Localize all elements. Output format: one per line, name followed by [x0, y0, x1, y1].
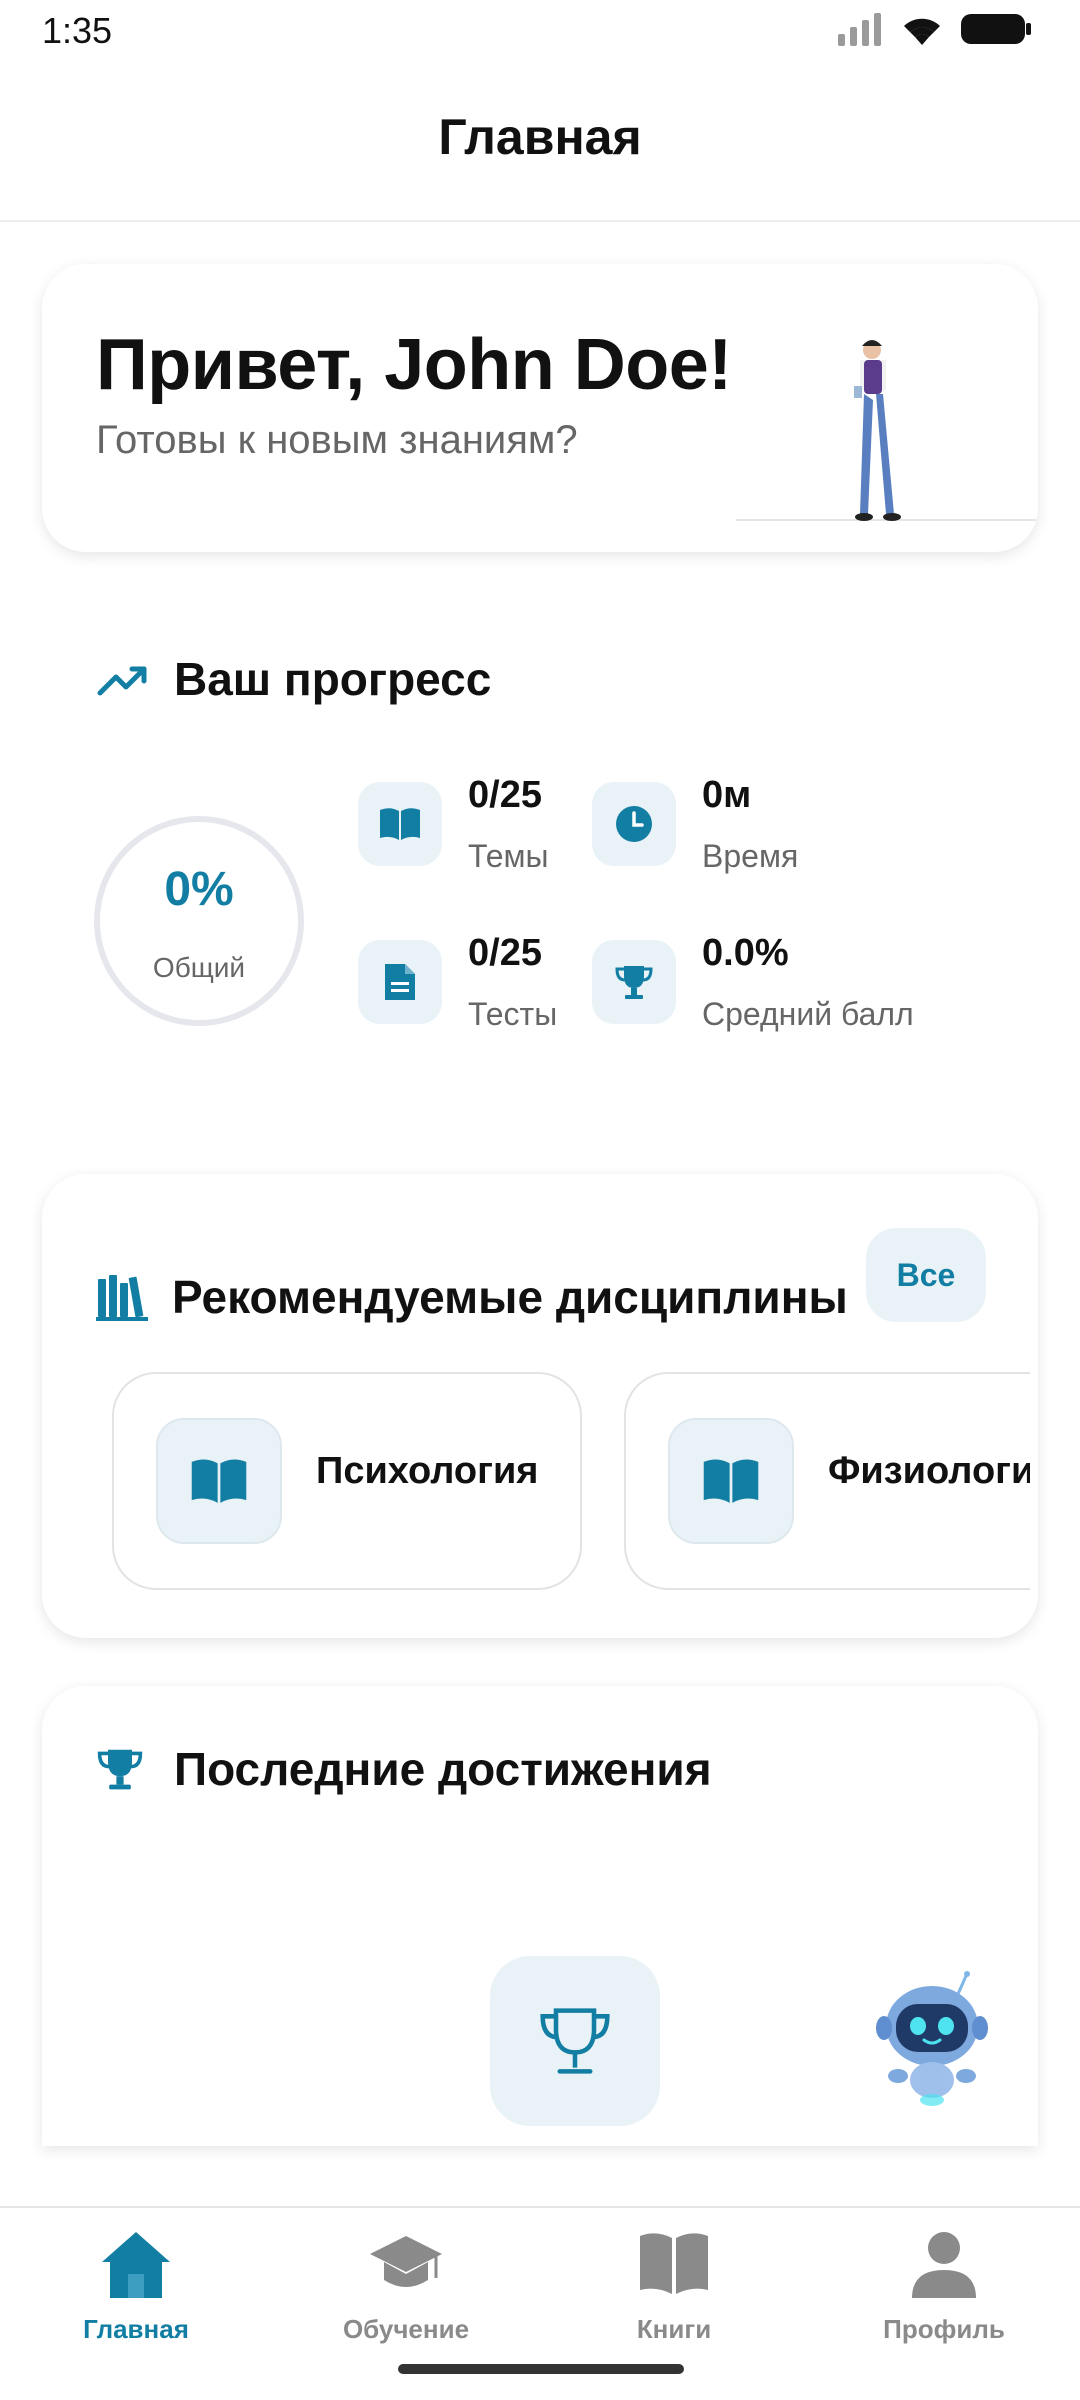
- see-all-button[interactable]: Все: [866, 1228, 986, 1322]
- stat-tile: [358, 782, 442, 866]
- stat-tile: [592, 940, 676, 1024]
- recommended-title: Рекомендуемые дисциплины: [172, 1271, 848, 1323]
- overall-progress-ring: 0% Общий: [94, 816, 304, 1026]
- stat-average-score: 0.0% Средний балл: [592, 932, 914, 1032]
- book-open-icon: [191, 1459, 247, 1503]
- achievements-title: Последние достижения: [174, 1743, 712, 1795]
- trophy-icon: [615, 966, 653, 999]
- nav-item-home[interactable]: Главная: [26, 2228, 246, 2358]
- status-bar: 1:35: [0, 0, 1080, 62]
- book-open-icon: [703, 1459, 759, 1503]
- trophy-outline-icon: [540, 2008, 610, 2074]
- stat-label: Средний балл: [702, 996, 914, 1032]
- progress-title: Ваш прогресс: [174, 653, 492, 705]
- home-indicator: [398, 2364, 684, 2374]
- stat-value: 0/25: [468, 774, 542, 816]
- trending-up-icon: [97, 666, 147, 696]
- discipline-tile: [668, 1418, 794, 1544]
- battery-icon: [961, 14, 1031, 44]
- library-icon: [96, 1275, 148, 1321]
- nav-item-learning[interactable]: Обучение: [296, 2228, 516, 2358]
- greeting-card: Привет, John Doe! Готовы к новым знаниям…: [42, 264, 1038, 552]
- document-icon: [385, 964, 415, 1000]
- nav-label: Профиль: [883, 2314, 1005, 2344]
- stat-tile: [592, 782, 676, 866]
- discipline-card-psychology[interactable]: Психология: [112, 1372, 582, 1590]
- achievements-header: Последние достижения: [96, 1742, 712, 1796]
- stat-label: Тесты: [468, 996, 558, 1032]
- stat-label: Время: [702, 838, 799, 874]
- overall-label: Общий: [152, 952, 246, 983]
- discipline-name: Физиология: [828, 1450, 1030, 1492]
- recommended-card: Рекомендуемые дисциплины Все Психология …: [42, 1174, 1038, 1638]
- book-open-icon: [380, 808, 420, 840]
- stat-value: 0м: [702, 774, 752, 816]
- status-time: 1:35: [42, 10, 113, 51]
- stat-label: Темы: [468, 838, 549, 874]
- disciplines-carousel[interactable]: Психология Физиология: [112, 1372, 1030, 1592]
- recommended-header: Рекомендуемые дисциплины: [96, 1270, 848, 1324]
- person-icon: [912, 2232, 976, 2298]
- graduation-cap-icon: [370, 2236, 442, 2287]
- nav-label: Книги: [636, 2314, 712, 2344]
- discipline-name: Психология: [316, 1450, 539, 1492]
- home-icon: [102, 2232, 170, 2298]
- nav-item-books[interactable]: Книги: [564, 2228, 784, 2358]
- achievements-card: Последние достижения: [42, 1686, 1038, 2146]
- stat-value: 0.0%: [702, 932, 789, 974]
- achievement-placeholder: [490, 1956, 660, 2126]
- page-title: Главная: [438, 109, 642, 165]
- stat-tile: [358, 940, 442, 1024]
- trophy-icon: [97, 1749, 143, 1790]
- discipline-tile: [156, 1418, 282, 1544]
- robot-assistant-icon[interactable]: [874, 1968, 990, 2108]
- nav-label: Главная: [83, 2314, 189, 2344]
- greeting-title: Привет, John Doe!: [96, 325, 732, 405]
- clock-icon: [616, 806, 652, 842]
- progress-section: Ваш прогресс 0% Общий 0/25 Темы 0м Время: [42, 620, 1038, 1080]
- wifi-icon: [904, 18, 940, 45]
- progress-header: Ваш прогресс: [96, 652, 491, 706]
- stat-time: 0м Время: [592, 774, 892, 874]
- person-illustration: [736, 340, 1036, 521]
- discipline-card-physiology[interactable]: Физиология: [624, 1372, 1030, 1590]
- greeting-subtitle: Готовы к новым знаниям?: [96, 418, 578, 462]
- nav-item-profile[interactable]: Профиль: [834, 2228, 1054, 2358]
- book-icon: [640, 2233, 708, 2294]
- status-icons: [836, 12, 1032, 46]
- app-header: Главная: [0, 62, 1080, 222]
- stat-value: 0/25: [468, 932, 542, 974]
- nav-label: Обучение: [342, 2314, 470, 2344]
- signal-icon: [838, 13, 881, 46]
- overall-percent: 0%: [164, 863, 234, 916]
